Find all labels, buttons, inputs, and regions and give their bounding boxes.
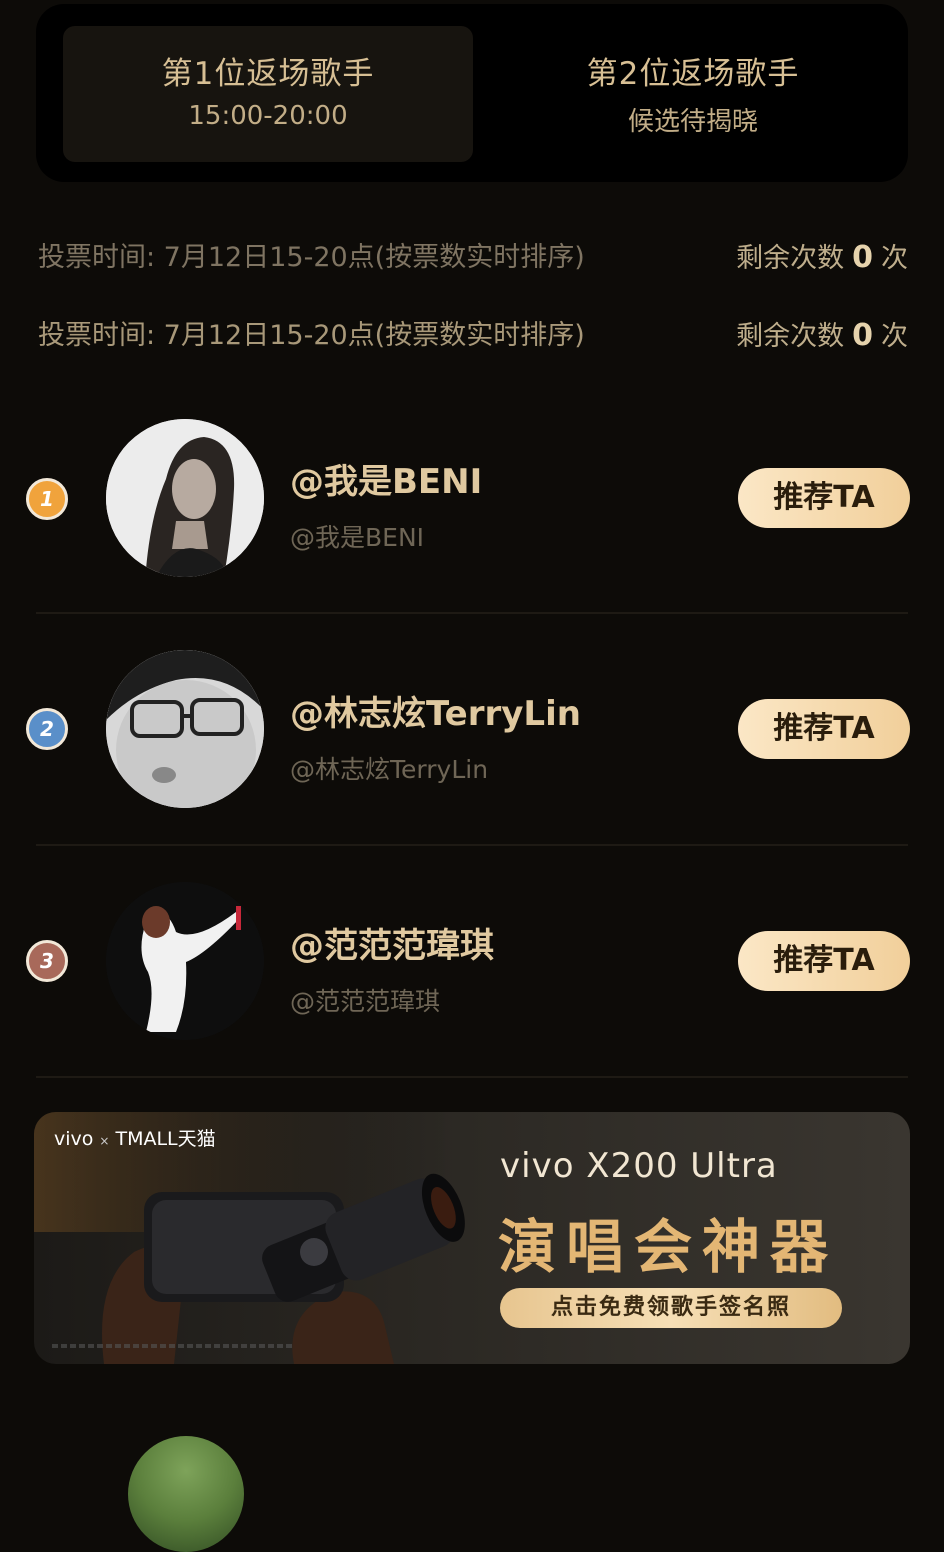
divider <box>36 1076 908 1078</box>
vivo-logo: vivo <box>54 1128 94 1150</box>
singer-tabs: 第1位返场歌手 15:00-20:00 第2位返场歌手 候选待揭晓 <box>36 4 908 182</box>
avatar-photo-icon <box>106 419 264 577</box>
remaining-label: 剩余次数 <box>736 321 845 352</box>
avatar[interactable] <box>106 419 264 577</box>
promo-banner[interactable]: vivo × TMALL天猫 vivo X200 Ultra 演唱会神器 点击免费领… <box>34 1112 910 1364</box>
avatar-photo-icon <box>106 882 264 1040</box>
fine-print <box>52 1344 292 1348</box>
vote-time-text: 投票时间: 7月12日15-20点(按票数实时排序) <box>38 320 585 351</box>
avatar[interactable] <box>128 1436 244 1552</box>
tab-status: 候选待揭晓 <box>627 107 758 137</box>
remaining-count: 0 <box>852 240 873 275</box>
tab-title: 第1位返场歌手 <box>161 56 375 92</box>
rank-badge: 2 <box>26 708 68 750</box>
remaining-unit: 次 <box>881 321 908 352</box>
singer-handle: @我是BENI <box>290 523 425 552</box>
recommend-button[interactable]: 推荐TA <box>738 699 910 759</box>
singer-name: @林志炫TerryLin <box>290 694 581 734</box>
rank-badge: 1 <box>26 478 68 520</box>
remaining-unit: 次 <box>881 243 908 274</box>
remaining-label: 剩余次数 <box>736 243 845 274</box>
tab-singer-1[interactable]: 第1位返场歌手 15:00-20:00 <box>63 26 473 162</box>
tmall-logo: TMALL天猫 <box>115 1128 216 1150</box>
singer-handle: @林志炫TerryLin <box>290 755 489 784</box>
singer-list-item: 1 @我是BENI @我是BENI 推荐TA <box>0 384 944 614</box>
recommend-button[interactable]: 推荐TA <box>738 931 910 991</box>
remaining-votes: 剩余次数 0 次 <box>736 316 908 357</box>
recommend-button[interactable]: 推荐TA <box>738 468 910 528</box>
singer-name: @我是BENI <box>290 462 483 502</box>
banner-headline: 演唱会神器 <box>498 1213 839 1281</box>
tab-title: 第2位返场歌手 <box>586 56 800 92</box>
avatar[interactable] <box>106 650 264 808</box>
banner-cta-button[interactable]: 点击免费领歌手签名照 <box>500 1288 842 1328</box>
vote-time-text: 投票时间: 7月12日15-20点(按票数实时排序) <box>38 242 585 273</box>
vote-info-row: 投票时间: 7月12日15-20点(按票数实时排序) 剩余次数 0 次 <box>38 238 908 278</box>
banner-model-name: vivo X200 Ultra <box>500 1146 778 1186</box>
tab-singer-2[interactable]: 第2位返场歌手 候选待揭晓 <box>488 26 898 162</box>
brand-logo: vivo × TMALL天猫 <box>54 1124 216 1151</box>
remaining-count: 0 <box>852 318 873 353</box>
avatar-photo-icon <box>106 650 264 808</box>
tab-time: 15:00-20:00 <box>188 101 348 131</box>
brand-separator: × <box>99 1134 110 1148</box>
vote-info-row: 投票时间: 7月12日15-20点(按票数实时排序) 剩余次数 0 次 <box>38 316 908 356</box>
avatar[interactable] <box>106 882 264 1040</box>
remaining-votes: 剩余次数 0 次 <box>736 238 908 279</box>
singer-name: @范范范瑋琪 <box>290 926 494 966</box>
singer-handle: @范范范瑋琪 <box>290 987 441 1016</box>
singer-list-item: 2 @林志炫TerryLin @林志炫TerryLin 推荐TA <box>0 614 944 844</box>
singer-list-item: 3 @范范范瑋琪 @范范范瑋琪 推荐TA <box>0 846 944 1076</box>
rank-badge: 3 <box>26 940 68 982</box>
